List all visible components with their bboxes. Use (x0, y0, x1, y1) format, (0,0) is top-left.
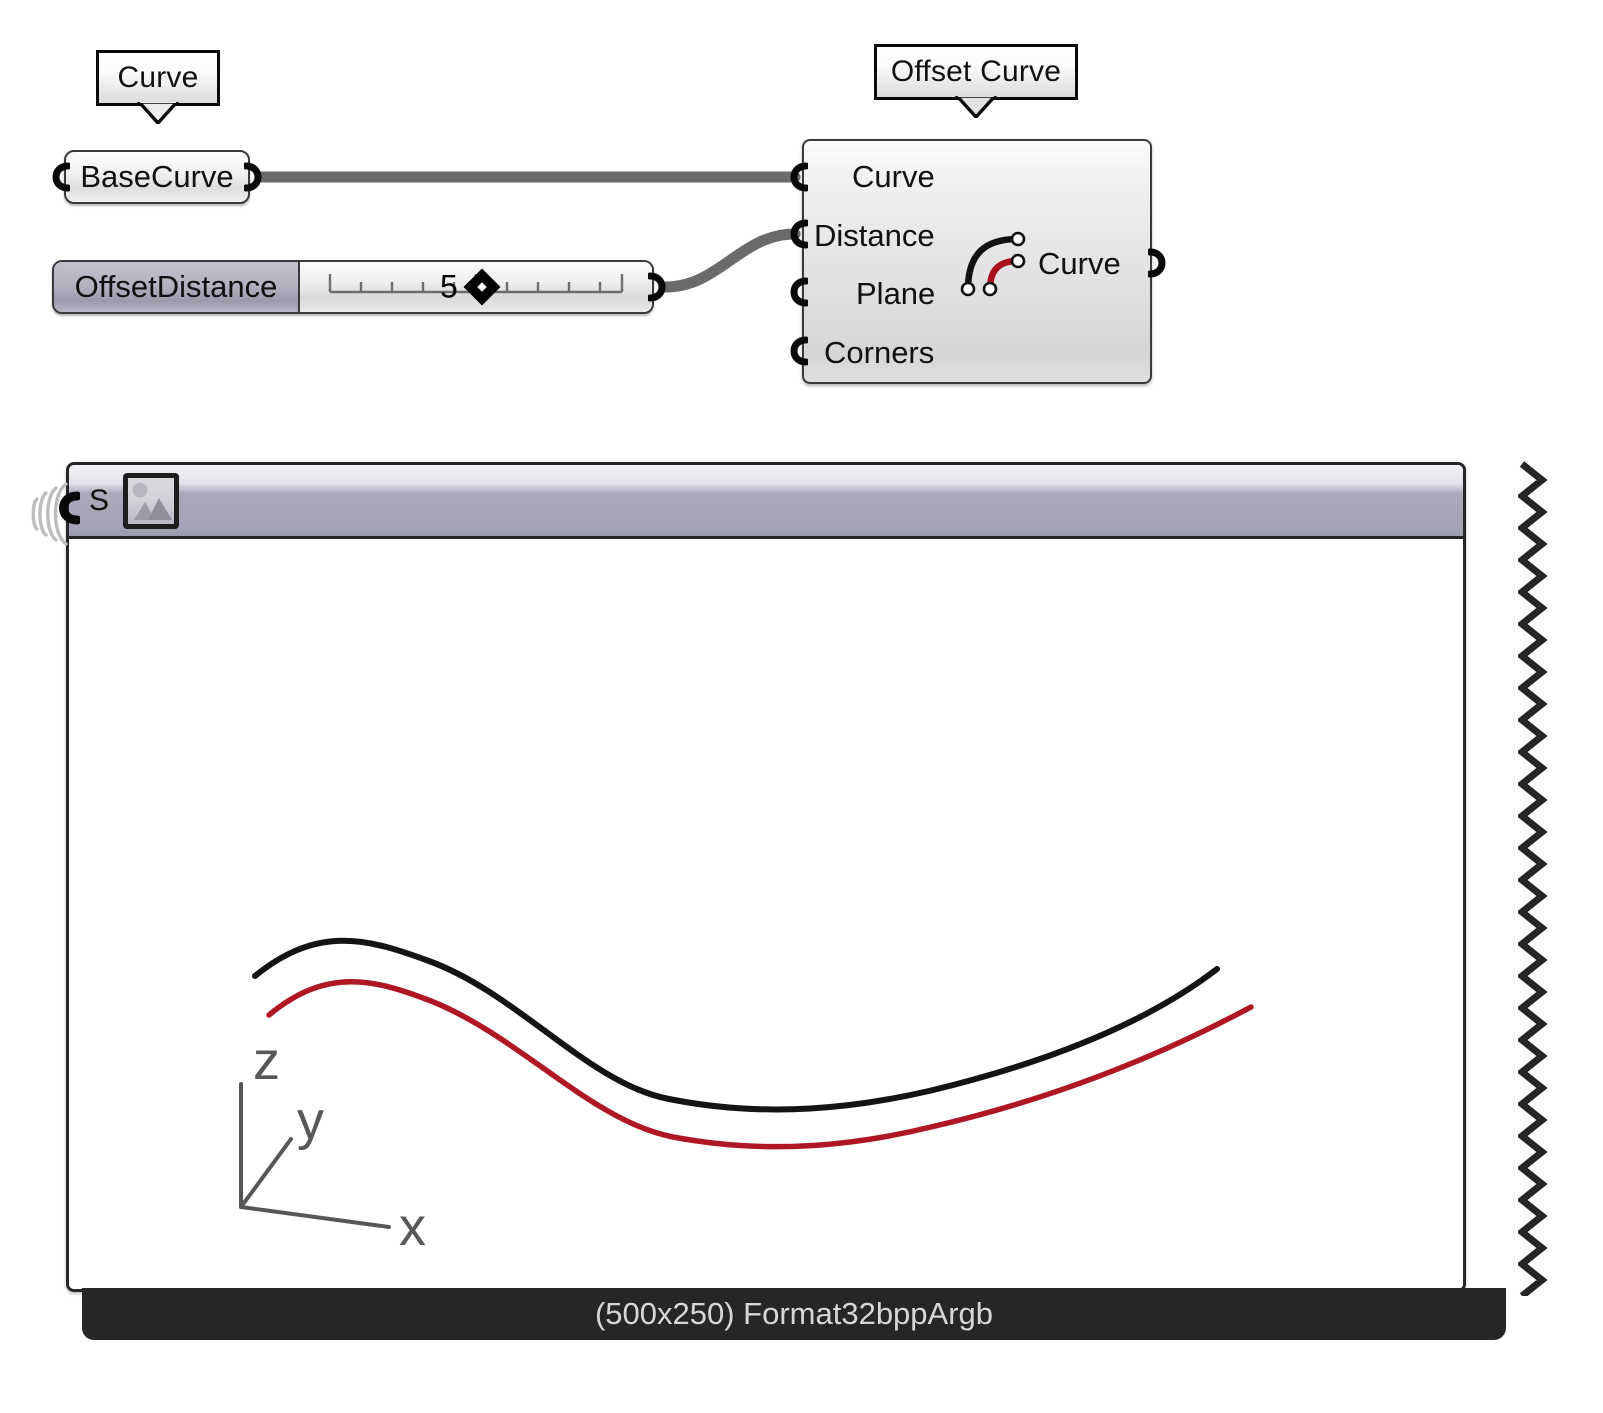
offset-distance-slider[interactable]: OffsetDistance 5 (52, 260, 654, 314)
panel-frame: S z y x (66, 462, 1466, 1292)
curve-balloon: Curve (96, 50, 220, 124)
panel-status-bar: (500x250) Format32bppArgb (82, 1288, 1506, 1340)
offset-distance-value: 5 (440, 268, 458, 305)
component-corners-input-port[interactable] (786, 336, 808, 366)
balloon-tail-icon (137, 102, 179, 124)
base-curve-label: BaseCurve (80, 159, 234, 194)
grasshopper-canvas: Curve Offset Curve BaseCurve OffsetDista… (0, 0, 1603, 1413)
image-viewport: z y x (69, 539, 1463, 1289)
base-curve-output-port[interactable] (244, 162, 266, 192)
panel-status-text: (500x250) Format32bppArgb (594, 1296, 994, 1331)
offset-curve-balloon-label: Offset Curve (890, 55, 1062, 88)
component-plane-input-port[interactable] (786, 277, 808, 307)
base-curve-input-port[interactable] (48, 162, 70, 192)
panel-input-port[interactable] (54, 491, 80, 525)
zigzag-edge-icon (1518, 461, 1548, 1296)
axis-label-x: x (399, 1197, 426, 1257)
offset-distance-label: OffsetDistance (74, 269, 278, 304)
offset-curve-component[interactable]: Curve Distance Plane Corners Curve (802, 139, 1152, 384)
input-label-distance: Distance (814, 218, 935, 253)
picture-icon[interactable] (123, 472, 180, 529)
component-curve-input-port[interactable] (786, 162, 808, 192)
curve-balloon-label: Curve (117, 61, 199, 94)
balloon-tail-icon (955, 96, 997, 118)
offset-distance-output-port[interactable] (648, 272, 670, 302)
component-distance-input-port[interactable] (786, 219, 808, 249)
panel-header[interactable]: S (69, 465, 1463, 539)
component-curve-output-port[interactable] (1148, 248, 1170, 278)
offset-distance-slider-track[interactable]: 5 (300, 262, 652, 312)
base-curve-parameter[interactable]: BaseCurve (64, 150, 250, 204)
wire-offsetdistance-to-distance (659, 228, 801, 293)
input-label-curve: Curve (852, 159, 935, 194)
axis-label-y: y (297, 1091, 324, 1151)
axis-label-z: z (253, 1031, 280, 1091)
panel-body: z y x (69, 539, 1463, 1289)
input-label-corners: Corners (824, 335, 935, 370)
panel-flag-label: S (89, 483, 110, 517)
offset-distance-slider-name[interactable]: OffsetDistance (54, 262, 300, 312)
image-preview-panel[interactable]: S z y x (500x250) Format32bppArgb (31, 461, 1548, 1342)
output-label-curve: Curve (1038, 246, 1121, 281)
input-label-plane: Plane (856, 276, 936, 311)
offset-curve-icon (956, 227, 1034, 299)
offset-curve-balloon: Offset Curve (874, 44, 1078, 118)
